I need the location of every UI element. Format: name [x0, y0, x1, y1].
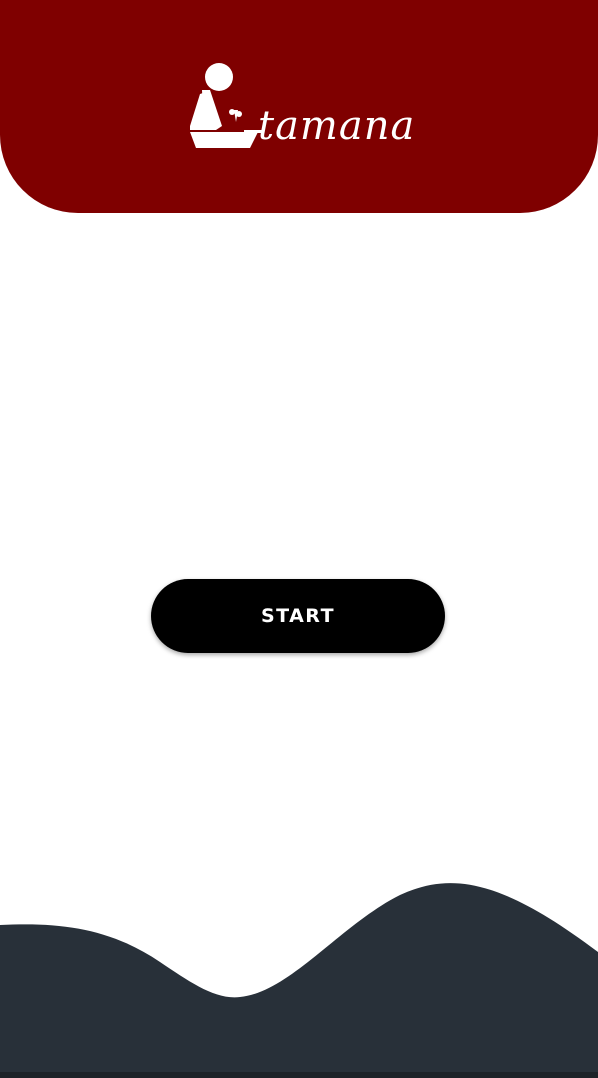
bottom-wave-decoration [0, 883, 598, 1078]
person-at-desk-icon [190, 63, 262, 148]
app-logo-text: tamana [258, 103, 416, 149]
bottom-edge-bar [0, 1072, 598, 1078]
header-banner: tamana [0, 0, 598, 213]
app-screen: tamana START [0, 0, 598, 1078]
app-logo: tamana [186, 60, 416, 156]
start-button[interactable]: START [151, 579, 445, 653]
